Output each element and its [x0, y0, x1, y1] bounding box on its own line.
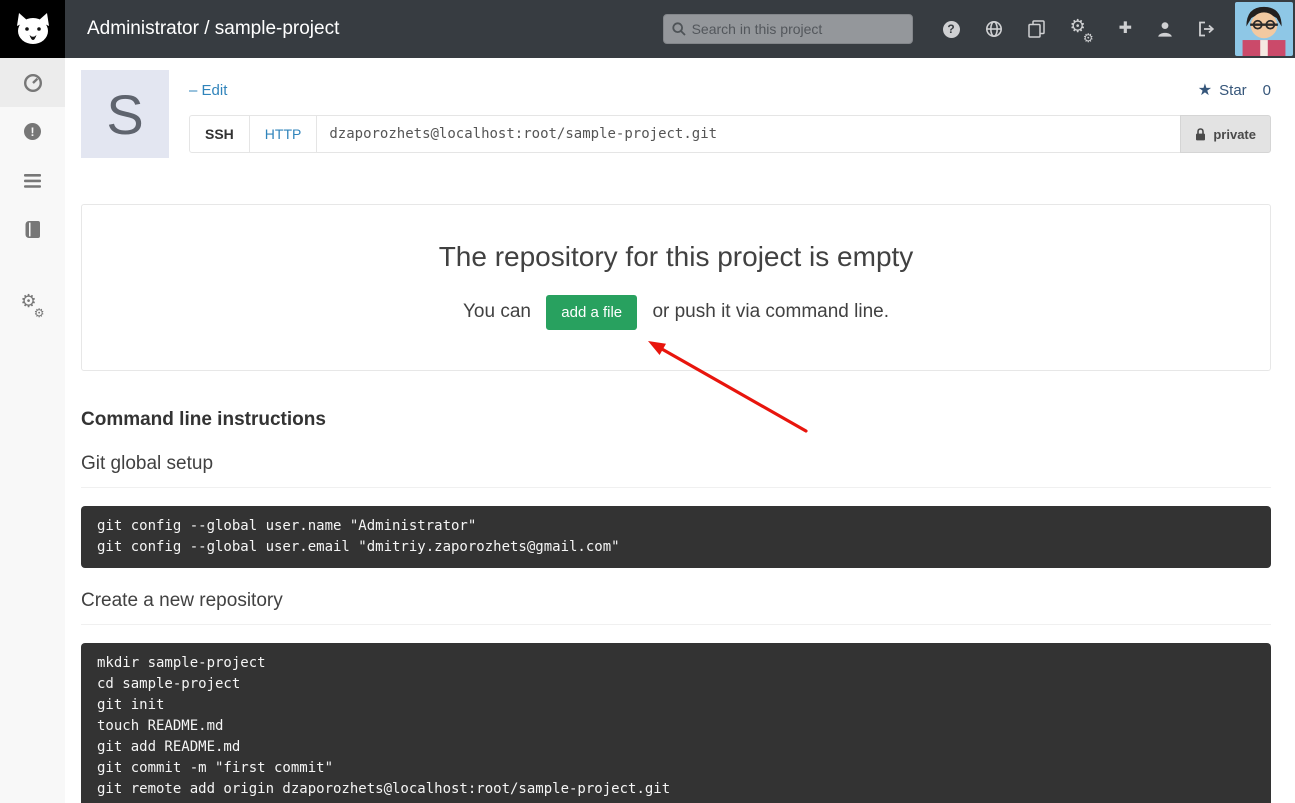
help-icon[interactable]: ?: [943, 19, 960, 39]
sidebar-gap: [0, 254, 65, 280]
top-navbar: Administrator / sample-project ? ⚙⚙ ✚: [0, 0, 1295, 58]
signout-icon[interactable]: [1198, 19, 1215, 39]
sidebar-item-dashboard[interactable]: [0, 58, 65, 107]
empty-repo-title: The repository for this project is empty: [102, 241, 1250, 273]
git-global-setup-heading: Git global setup: [81, 453, 1271, 488]
fox-logo-icon: [14, 12, 52, 46]
search-box: [663, 14, 913, 44]
empty-text-after: or push it via command line.: [652, 301, 889, 322]
issues-exclamation-icon: !: [24, 123, 41, 140]
search-input[interactable]: [663, 14, 913, 44]
ssh-protocol-button[interactable]: SSH: [189, 115, 250, 153]
empty-text-before: You can: [463, 301, 531, 322]
visibility-label: private: [1213, 127, 1256, 142]
copy-icon[interactable]: [1028, 19, 1045, 39]
add-a-file-button[interactable]: add a file: [546, 295, 637, 330]
lock-icon: [1195, 128, 1206, 141]
sidebar-item-settings[interactable]: ⚙⚙: [0, 280, 65, 329]
star-label: Star: [1219, 82, 1247, 99]
command-line-instructions-heading: Command line instructions: [81, 409, 1271, 431]
empty-repo-panel: The repository for this project is empty…: [81, 204, 1271, 371]
visibility-badge: private: [1180, 115, 1271, 153]
star-count: 0: [1263, 82, 1271, 99]
user-avatar[interactable]: [1235, 2, 1293, 56]
star-icon: ★: [1198, 80, 1212, 100]
project-header: S – Edit ★ Star 0 SSH HTTP: [81, 70, 1271, 158]
sidebar-item-issues[interactable]: !: [0, 107, 65, 156]
clone-url-input[interactable]: [316, 115, 1181, 153]
edit-link[interactable]: – Edit: [189, 82, 227, 99]
navbar-icons: ? ⚙⚙ ✚: [943, 19, 1215, 39]
star-button[interactable]: ★ Star 0: [1198, 80, 1271, 100]
http-protocol-button[interactable]: HTTP: [249, 115, 318, 153]
sidebar-item-activity[interactable]: [0, 156, 65, 205]
admin-gears-icon[interactable]: ⚙⚙: [1070, 19, 1094, 39]
git-global-setup-code: git config --global user.name "Administr…: [81, 506, 1271, 568]
create-repository-heading: Create a new repository: [81, 590, 1271, 625]
new-plus-icon[interactable]: ✚: [1119, 19, 1132, 39]
clone-bar: SSH HTTP private: [189, 115, 1271, 153]
project-avatar-letter: S: [106, 82, 143, 147]
main-content: S – Edit ★ Star 0 SSH HTTP: [65, 58, 1295, 803]
gitlab-logo[interactable]: [0, 0, 65, 58]
globe-icon[interactable]: [985, 19, 1003, 39]
dashboard-gauge-icon: [23, 73, 43, 93]
create-repository-code: mkdir sample-project cd sample-project g…: [81, 643, 1271, 803]
settings-gears-icon: ⚙⚙: [21, 294, 45, 315]
search-icon: [672, 22, 686, 36]
project-avatar: S: [81, 70, 169, 158]
sidebar-item-wiki[interactable]: [0, 205, 65, 254]
profile-icon[interactable]: [1157, 19, 1173, 39]
page-title: Administrator / sample-project: [87, 18, 339, 40]
sidebar: ! ⚙⚙: [0, 58, 65, 803]
wiki-book-icon: [25, 221, 41, 239]
activity-list-icon: [24, 174, 41, 188]
